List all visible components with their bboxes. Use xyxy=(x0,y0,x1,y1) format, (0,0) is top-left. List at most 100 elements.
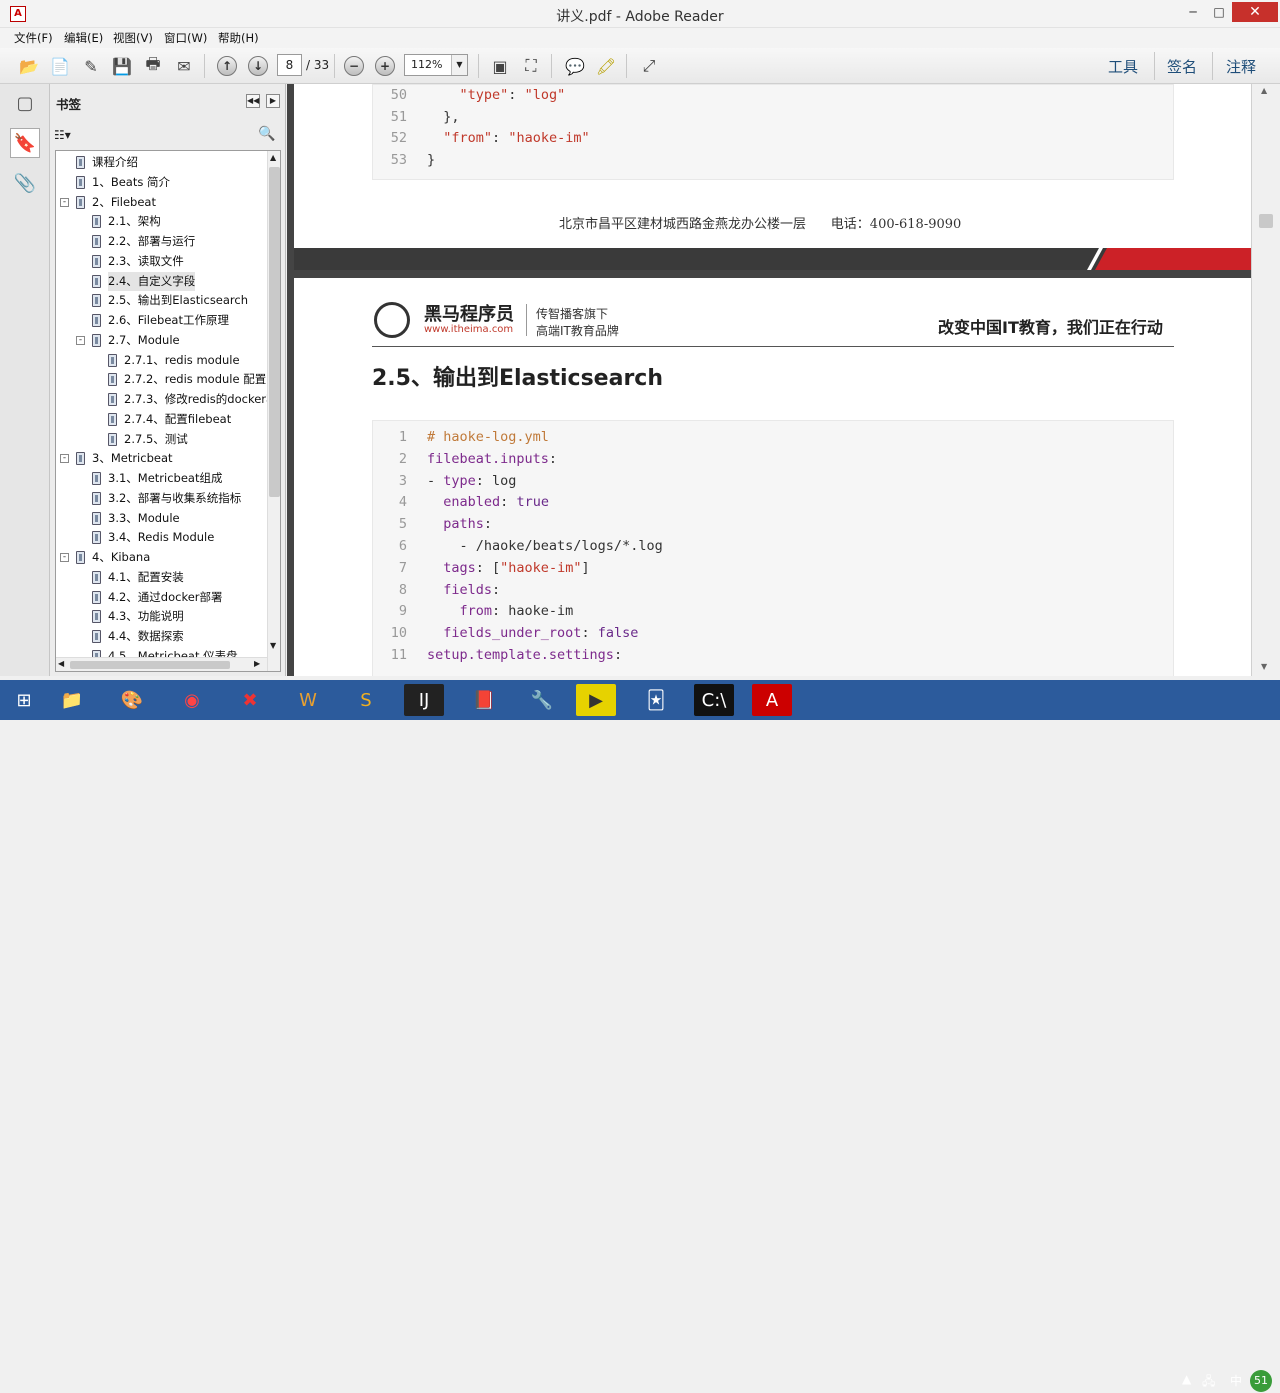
document-view[interactable]: 50 "type": "log" 51 }, 52 "from": "haoke-i… xyxy=(287,84,1280,676)
media-player-icon[interactable]: ▶ xyxy=(576,684,616,716)
tool-icon[interactable]: 🔧 xyxy=(522,684,562,716)
collapse-toggle-icon[interactable]: - xyxy=(76,335,85,345)
start-button[interactable]: ⊞ xyxy=(4,684,44,716)
bookmark-item[interactable]: 2.4、自定义字段 xyxy=(92,271,196,291)
comment-note-icon[interactable]: 💬 xyxy=(562,53,588,79)
page-number-input[interactable]: 8 xyxy=(277,54,302,76)
bookmark-item[interactable]: 2.3、读取文件 xyxy=(92,252,184,271)
print-icon[interactable]: 🖶 xyxy=(140,53,166,79)
bookmark-item[interactable]: 2.7.2、redis module 配置 xyxy=(108,370,266,389)
ime-indicator[interactable]: 中 xyxy=(1230,1372,1242,1389)
menu-edit[interactable]: 编辑(E) xyxy=(64,30,103,46)
bookmark-item[interactable]: 2.7.4、配置filebeat xyxy=(108,410,231,429)
sign-link[interactable]: 签名 xyxy=(1167,56,1197,77)
bookmark-item[interactable]: - 3、Metricbeat xyxy=(60,449,173,468)
bookmark-page-icon xyxy=(92,294,101,308)
scroll-right-icon[interactable]: ▶ xyxy=(254,659,260,668)
bookmark-item[interactable]: - 2.7、Module xyxy=(76,331,180,350)
terminal-icon[interactable]: C:\ xyxy=(694,684,734,716)
comment-link[interactable]: 注释 xyxy=(1226,56,1256,77)
menu-file[interactable]: 文件(F) xyxy=(14,30,53,46)
menu-help[interactable]: 帮助(H) xyxy=(218,30,259,46)
bookmark-item[interactable]: 2.7.1、redis module xyxy=(108,351,240,370)
xmind-icon[interactable]: ✖ xyxy=(230,684,270,716)
fit-width-icon[interactable]: ⛶ xyxy=(518,53,544,79)
email-icon[interactable]: ✉ xyxy=(171,53,197,79)
scroll-thumb[interactable] xyxy=(1259,214,1273,228)
scroll-thumb[interactable] xyxy=(269,167,280,497)
vertical-scrollbar[interactable]: ▲ ▼ xyxy=(267,151,280,671)
next-page-button[interactable]: ↓ xyxy=(245,53,271,79)
brand-url: www.itheima.com xyxy=(424,324,514,335)
app-icon[interactable]: 🃏 xyxy=(636,684,676,716)
sublime-icon[interactable]: S xyxy=(346,684,386,716)
bookmark-item[interactable]: 1、Beats 简介 xyxy=(76,173,170,192)
clock-badge[interactable]: 51 xyxy=(1250,1370,1272,1392)
zoom-out-button[interactable]: − xyxy=(341,53,367,79)
scroll-up-icon[interactable]: ▲ xyxy=(270,153,276,162)
paint-icon[interactable]: 🎨 xyxy=(112,684,152,716)
network-icon[interactable]: 🖧 xyxy=(1202,1372,1215,1393)
prev-page-button[interactable]: ↑ xyxy=(214,53,240,79)
options-menu-icon[interactable]: ☷▾ xyxy=(54,128,71,142)
menu-view[interactable]: 视图(V) xyxy=(113,30,153,46)
bookmark-page-icon xyxy=(108,432,117,446)
fit-page-icon[interactable]: ▣ xyxy=(487,53,513,79)
scroll-left-icon[interactable]: ◀ xyxy=(58,659,64,668)
bookmark-item[interactable]: - 2、Filebeat xyxy=(60,193,156,212)
bookmark-item[interactable]: 2.7.5、测试 xyxy=(108,430,188,449)
collapse-toggle-icon[interactable]: - xyxy=(60,553,69,562)
bookmark-page-icon xyxy=(76,175,85,189)
page-thumbnails-icon[interactable]: ▢ xyxy=(10,88,40,118)
horizontal-scrollbar[interactable]: ◀ ▶ xyxy=(56,657,267,671)
line-number: 6 xyxy=(398,538,407,554)
scroll-down-icon[interactable]: ▼ xyxy=(270,641,276,650)
bookmark-item[interactable]: 4.1、配置安装 xyxy=(92,568,184,587)
adobe-reader-taskbar-icon[interactable]: A xyxy=(752,684,792,716)
scroll-up-icon[interactable]: ▲ xyxy=(1261,86,1267,95)
maximize-button[interactable]: □ xyxy=(1204,2,1234,22)
file-explorer-icon[interactable]: 📁 xyxy=(52,684,92,716)
bookmark-icon[interactable]: 🔖 xyxy=(10,128,40,158)
bookmark-item[interactable]: 3.3、Module xyxy=(92,509,180,528)
expand-icon[interactable]: ▶ xyxy=(266,94,280,108)
bookmark-item[interactable]: 2.2、部署与运行 xyxy=(92,232,195,251)
bookmark-item[interactable]: 2.6、Filebeat工作原理 xyxy=(92,311,229,330)
bookmark-item[interactable]: - 4、Kibana xyxy=(60,548,150,567)
zoom-in-button[interactable]: + xyxy=(372,53,398,79)
app-icon[interactable]: W xyxy=(288,684,328,716)
fullscreen-icon[interactable]: ⤢ xyxy=(636,53,662,79)
bookmark-item[interactable]: 3.4、Redis Module xyxy=(92,528,214,547)
bookmark-item[interactable]: 课程介绍 xyxy=(76,153,138,172)
notes-icon[interactable]: 📕 xyxy=(464,684,504,716)
scroll-thumb[interactable] xyxy=(70,661,230,669)
bookmark-item[interactable]: 2.1、架构 xyxy=(92,212,161,231)
bookmark-page-icon xyxy=(92,314,101,327)
document-scrollbar[interactable]: ▲ ▼ xyxy=(1251,84,1280,676)
intellij-icon[interactable]: IJ xyxy=(404,684,444,716)
bookmark-item[interactable]: 2.7.3、修改redis的docker容 xyxy=(108,390,278,409)
find-bookmark-icon[interactable]: 🔍 xyxy=(258,126,275,142)
bookmark-item[interactable]: 4.2、通过docker部署 xyxy=(92,588,223,607)
bookmark-item[interactable]: 2.5、输出到Elasticsearch xyxy=(92,291,248,310)
bookmark-item[interactable]: 3.2、部署与收集系统指标 xyxy=(92,489,241,508)
save-icon[interactable]: 💾 xyxy=(109,53,135,79)
highlight-icon[interactable]: 🖍 xyxy=(593,53,619,79)
collapse-toggle-icon[interactable]: - xyxy=(60,454,69,464)
edit-icon[interactable]: ✎ xyxy=(78,53,104,79)
create-pdf-icon[interactable]: 📄 xyxy=(47,53,73,79)
zoom-select[interactable]: 112% ▼ xyxy=(404,54,468,76)
tray-expand-icon[interactable]: ▲ xyxy=(1182,1372,1191,1386)
scroll-down-icon[interactable]: ▼ xyxy=(1261,662,1267,671)
collapse-panel-icon[interactable]: ◀◀ xyxy=(246,94,260,108)
bookmark-item[interactable]: 4.4、数据探索 xyxy=(92,627,184,646)
bookmark-item[interactable]: 3.1、Metricbeat组成 xyxy=(92,469,222,488)
chrome-icon[interactable]: ◉ xyxy=(172,684,212,716)
tools-link[interactable]: 工具 xyxy=(1108,56,1138,77)
collapse-toggle-icon[interactable]: - xyxy=(60,197,69,207)
bookmark-item[interactable]: 4.3、功能说明 xyxy=(92,607,184,626)
menu-window[interactable]: 窗口(W) xyxy=(164,30,207,46)
close-button[interactable]: ✕ xyxy=(1232,2,1278,22)
attachment-icon[interactable]: 📎 xyxy=(10,168,40,198)
open-icon[interactable]: 📂 xyxy=(16,53,42,79)
